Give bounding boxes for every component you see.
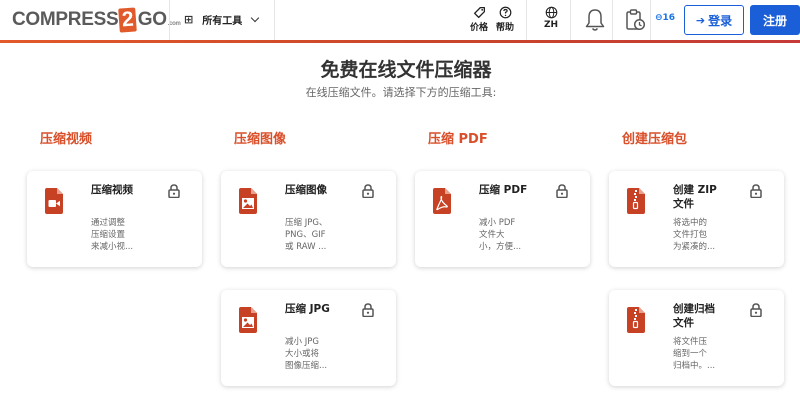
all-tools-label: 所有工具 bbox=[202, 16, 243, 27]
header-divider bbox=[612, 0, 613, 40]
header-divider bbox=[169, 0, 170, 40]
tool-card-title-line: 文件 bbox=[673, 317, 694, 329]
zip-file-icon bbox=[627, 188, 645, 214]
image-file-icon bbox=[239, 188, 257, 214]
header-accent-line bbox=[0, 40, 800, 43]
tool-card-desc-line: 通过调整 bbox=[91, 218, 126, 228]
tool-card-title-line: 创建 ZIP bbox=[673, 184, 717, 196]
tool-card-desc-line: 压缩 JPG、 bbox=[285, 218, 328, 228]
tool-card-create-archive[interactable]: 创建归档 文件 将文件压 缩到一个 归档中。... bbox=[609, 290, 784, 386]
tool-card-desc-line: 图像压缩... bbox=[285, 361, 328, 371]
pricing-link[interactable]: 价格 bbox=[470, 6, 488, 33]
tool-card-desc-line: 减小 JPG bbox=[285, 337, 319, 347]
tool-card-desc-line: 归档中。... bbox=[673, 361, 716, 371]
lock-icon bbox=[750, 184, 762, 198]
chevron-down-icon bbox=[250, 13, 260, 22]
lock-icon bbox=[556, 184, 568, 198]
pdf-file-icon bbox=[433, 188, 451, 214]
bell-icon[interactable] bbox=[584, 8, 606, 32]
pricing-label: 价格 bbox=[470, 23, 489, 33]
language-label: ZH bbox=[544, 20, 559, 30]
category-heading-image: 压缩图像 bbox=[234, 132, 287, 147]
tool-card-desc-line: 为紧凑的... bbox=[673, 242, 716, 252]
logo-text-go: GO bbox=[137, 9, 167, 30]
tool-card-desc-line: 文件打包 bbox=[673, 230, 708, 240]
tool-card-compress-jpg[interactable]: 压缩 JPG 减小 JPG 大小或将 图像压缩... bbox=[221, 290, 396, 386]
link-icon: ⊖ bbox=[655, 13, 663, 23]
tool-card-desc-line: 减小 PDF bbox=[479, 218, 516, 228]
clipboard-clock-icon[interactable] bbox=[624, 8, 646, 32]
all-tools-menu-button[interactable]: ⊞ 所有工具 bbox=[184, 12, 260, 27]
site-logo[interactable]: COMPRESS 2 GO .com bbox=[12, 7, 181, 33]
tool-card-desc-line: 或 RAW ... bbox=[285, 242, 327, 252]
tool-card-create-zip[interactable]: 创建 ZIP 文件 将选中的 文件打包 为紧凑的... bbox=[609, 171, 784, 267]
tool-card-title-line: 文件 bbox=[673, 198, 694, 210]
help-link[interactable]: 帮助 bbox=[496, 6, 514, 33]
tool-card-compress-pdf[interactable]: 压缩 PDF 减小 PDF 文件大 小，方便... bbox=[415, 171, 590, 267]
header-divider bbox=[526, 0, 527, 40]
tool-card-desc-line: 压缩设置 bbox=[91, 230, 126, 240]
category-heading-pdf: 压缩 PDF bbox=[428, 132, 488, 147]
logo-text-compress: COMPRESS bbox=[12, 9, 119, 30]
logo-text-2: 2 bbox=[118, 7, 138, 33]
tag-icon bbox=[473, 6, 485, 19]
tool-card-title-line: 创建归档 bbox=[673, 303, 715, 315]
globe-icon bbox=[545, 6, 557, 19]
tool-card-title: 压缩视频 bbox=[91, 184, 133, 196]
lock-icon bbox=[168, 184, 180, 198]
login-button[interactable]: ➔ 登录 bbox=[684, 5, 744, 35]
tool-card-desc-line: 大小或将 bbox=[285, 349, 320, 359]
grid-icon: ⊞ bbox=[184, 13, 194, 26]
zip-file-icon bbox=[627, 307, 645, 333]
tool-card-desc-line: 缩到一个 bbox=[673, 349, 708, 359]
usage-counter[interactable]: ⊖16 bbox=[655, 13, 675, 23]
tool-card-desc-line: 小，方便... bbox=[479, 242, 522, 252]
signup-label: 注册 bbox=[762, 13, 787, 28]
language-selector[interactable]: ZH bbox=[544, 6, 558, 30]
page-subtitle: 在线压缩文件。请选择下方的压缩工具: bbox=[305, 86, 497, 99]
help-label: 帮助 bbox=[496, 23, 515, 33]
tool-card-title: 创建归档 文件 bbox=[673, 302, 743, 330]
header-divider bbox=[650, 0, 651, 40]
tool-card-desc-line: 将文件压 bbox=[673, 337, 708, 347]
lock-icon bbox=[750, 303, 762, 317]
tool-card-compress-image[interactable]: 压缩图像 压缩 JPG、 PNG、GIF 或 RAW ... bbox=[221, 171, 396, 267]
video-file-icon bbox=[45, 188, 63, 214]
tool-card-desc-line: 文件大 bbox=[479, 230, 505, 240]
lock-icon bbox=[362, 184, 374, 198]
page-title: 免费在线文件压缩器 bbox=[320, 59, 492, 81]
help-circle-icon bbox=[499, 6, 511, 19]
usage-counter-value: 16 bbox=[662, 13, 676, 23]
login-arrow-icon: ➔ bbox=[695, 13, 706, 27]
tool-card-desc-line: PNG、GIF bbox=[285, 230, 326, 240]
tool-card-title: 压缩 PDF bbox=[479, 184, 528, 196]
tool-card-title: 创建 ZIP 文件 bbox=[673, 183, 743, 211]
category-heading-archive: 创建压缩包 bbox=[622, 132, 688, 147]
login-label: 登录 bbox=[708, 13, 733, 28]
signup-button[interactable]: 注册 bbox=[750, 5, 800, 35]
tool-card-desc-line: 将选中的 bbox=[673, 218, 708, 228]
top-navigation-bar: COMPRESS 2 GO .com ⊞ 所有工具 价格 帮助 ZH ⊖16 ➔… bbox=[0, 0, 800, 40]
lock-icon bbox=[362, 303, 374, 317]
image-file-icon bbox=[239, 307, 257, 333]
category-heading-video: 压缩视频 bbox=[40, 132, 93, 147]
tool-card-title: 压缩图像 bbox=[285, 184, 327, 196]
header-divider bbox=[274, 0, 275, 40]
tool-card-compress-video[interactable]: 压缩视频 通过调整 压缩设置 来减小视... bbox=[27, 171, 202, 267]
tool-card-title: 压缩 JPG bbox=[285, 303, 330, 315]
header-divider bbox=[570, 0, 571, 40]
tool-card-desc-line: 来减小视... bbox=[91, 242, 134, 252]
